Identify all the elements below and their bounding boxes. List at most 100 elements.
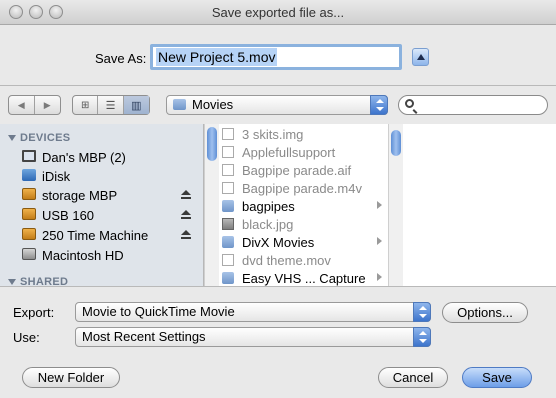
- shared-section-header[interactable]: SHARED: [8, 276, 68, 286]
- eject-icon[interactable]: [180, 190, 192, 200]
- columns-icon: ▥: [131, 99, 142, 112]
- document-icon: [222, 128, 234, 140]
- music-file-icon: [222, 164, 234, 176]
- devices-header-label: DEVICES: [20, 132, 71, 144]
- options-button[interactable]: Options...: [442, 302, 528, 323]
- export-value: Movie to QuickTime Movie: [82, 304, 235, 319]
- popup-arrows-icon: [413, 302, 431, 322]
- sidebar-item-250-time-machine[interactable]: 250 Time Machine: [22, 226, 200, 245]
- eject-icon[interactable]: [180, 210, 192, 220]
- file-label: black.jpg: [242, 217, 294, 232]
- file-label: dvd theme.mov: [242, 253, 331, 268]
- view-mode-group: ⊞ ☰ ▥: [72, 95, 150, 115]
- forward-arrow-icon: ▶: [43, 99, 51, 110]
- disclosure-triangle-icon: [8, 279, 16, 286]
- scrollbar-thumb[interactable]: [391, 130, 401, 156]
- expand-dialog-button[interactable]: [412, 48, 429, 66]
- sidebar-column-scrollbar[interactable]: [204, 124, 219, 286]
- folder-item-divx-movies[interactable]: DivX Movies: [219, 233, 388, 251]
- image-file-icon: [222, 218, 234, 230]
- file-item-black-jpg[interactable]: black.jpg: [219, 215, 388, 233]
- file-item-bagpipe-parade-aif[interactable]: Bagpipe parade.aif: [219, 161, 388, 179]
- disclosure-triangle-icon: [8, 135, 16, 142]
- save-dialog: Save exported file as... Save As: New Pr…: [0, 0, 556, 398]
- save-as-label: Save As:: [95, 51, 147, 66]
- export-label: Export:: [13, 305, 55, 320]
- file-item-dvd-theme[interactable]: dvd theme.mov: [219, 251, 388, 269]
- save-as-field[interactable]: New Project 5.mov: [150, 44, 402, 70]
- hard-drive-icon: [22, 248, 36, 260]
- music-file-icon: [222, 182, 234, 194]
- sidebar-item-label: iDisk: [42, 169, 71, 184]
- file-item-3-skits[interactable]: 3 skits.img: [219, 125, 388, 143]
- shared-header-label: SHARED: [20, 276, 69, 286]
- sidebar-item-storage-mbp[interactable]: storage MBP: [22, 186, 200, 205]
- folder-icon: [222, 236, 234, 248]
- file-label: Applefullsupport: [242, 145, 336, 160]
- folder-icon: [173, 99, 186, 110]
- chevron-right-icon: [377, 237, 382, 245]
- file-item-bagpipe-parade-m4v[interactable]: Bagpipe parade.m4v: [219, 179, 388, 197]
- chevron-right-icon: [377, 273, 382, 281]
- empty-column: [403, 124, 556, 286]
- icon-view-button[interactable]: ⊞: [73, 96, 99, 114]
- location-value: Movies: [192, 97, 234, 112]
- idisk-icon: [22, 169, 36, 181]
- sidebar-item-usb-160[interactable]: USB 160: [22, 206, 200, 225]
- file-label: Bagpipe parade.m4v: [242, 181, 362, 196]
- eject-icon[interactable]: [180, 230, 192, 240]
- folder-item-easy-vhs-capture[interactable]: Easy VHS ... Capture: [219, 269, 388, 286]
- cancel-button[interactable]: Cancel: [378, 367, 448, 388]
- folder-icon: [222, 200, 234, 212]
- use-popup[interactable]: Most Recent Settings: [75, 327, 431, 347]
- list-view-button[interactable]: ☰: [98, 96, 124, 114]
- chevron-right-icon: [377, 201, 382, 209]
- sidebar-item-dans-mbp[interactable]: Dan's MBP (2): [22, 148, 200, 167]
- back-arrow-icon: ◀: [17, 99, 25, 110]
- new-folder-button[interactable]: New Folder: [22, 367, 120, 388]
- file-label: bagpipes: [242, 199, 295, 214]
- browser-toolbar: ◀ ▶ ⊞ ☰ ▥ Movies: [0, 86, 556, 122]
- external-drive-icon: [22, 188, 36, 200]
- file-label: 3 skits.img: [242, 127, 304, 142]
- document-icon: [222, 254, 234, 266]
- column-view-button[interactable]: ▥: [123, 96, 149, 114]
- sidebar-item-label: Dan's MBP (2): [42, 150, 126, 165]
- external-drive-icon: [22, 208, 36, 220]
- bottom-separator: [0, 286, 556, 287]
- folder-item-bagpipes[interactable]: bagpipes: [219, 197, 388, 215]
- folder-icon: [222, 272, 234, 284]
- window-title: Save exported file as...: [211, 5, 345, 20]
- sidebar-item-idisk[interactable]: iDisk: [22, 167, 200, 186]
- file-column-scrollbar[interactable]: [388, 124, 403, 286]
- back-button[interactable]: ◀: [9, 96, 35, 114]
- sidebar-item-label: USB 160: [42, 208, 95, 223]
- file-label: DivX Movies: [242, 235, 315, 250]
- use-label: Use:: [13, 330, 40, 345]
- save-as-value: New Project 5.mov: [156, 48, 278, 66]
- list-icon: ☰: [105, 99, 116, 112]
- external-drive-icon: [22, 228, 36, 240]
- save-button[interactable]: Save: [462, 367, 532, 388]
- file-label: Easy VHS ... Capture: [242, 271, 366, 286]
- search-field[interactable]: [398, 95, 548, 115]
- grid-icon: ⊞: [80, 99, 90, 111]
- export-popup[interactable]: Movie to QuickTime Movie: [75, 302, 431, 322]
- file-label: Bagpipe parade.aif: [242, 163, 352, 178]
- sidebar-item-label: Macintosh HD: [42, 248, 124, 263]
- file-column: 3 skits.img Applefullsupport Bagpipe par…: [219, 124, 388, 286]
- sidebar-item-label: storage MBP: [42, 188, 118, 203]
- popup-arrows-icon: [370, 95, 388, 115]
- sidebar-item-label: 250 Time Machine: [42, 228, 149, 243]
- search-icon: [405, 99, 414, 108]
- back-forward-group: ◀ ▶: [8, 95, 61, 115]
- use-value: Most Recent Settings: [82, 329, 206, 344]
- devices-section-header[interactable]: DEVICES: [8, 132, 70, 144]
- sidebar-item-macintosh-hd[interactable]: Macintosh HD: [22, 246, 200, 265]
- forward-button[interactable]: ▶: [35, 96, 60, 114]
- location-popup[interactable]: Movies: [166, 95, 388, 115]
- file-item-applefullsupport[interactable]: Applefullsupport: [219, 143, 388, 161]
- popup-arrows-icon: [413, 327, 431, 347]
- document-icon: [222, 146, 234, 158]
- scrollbar-thumb[interactable]: [207, 127, 217, 161]
